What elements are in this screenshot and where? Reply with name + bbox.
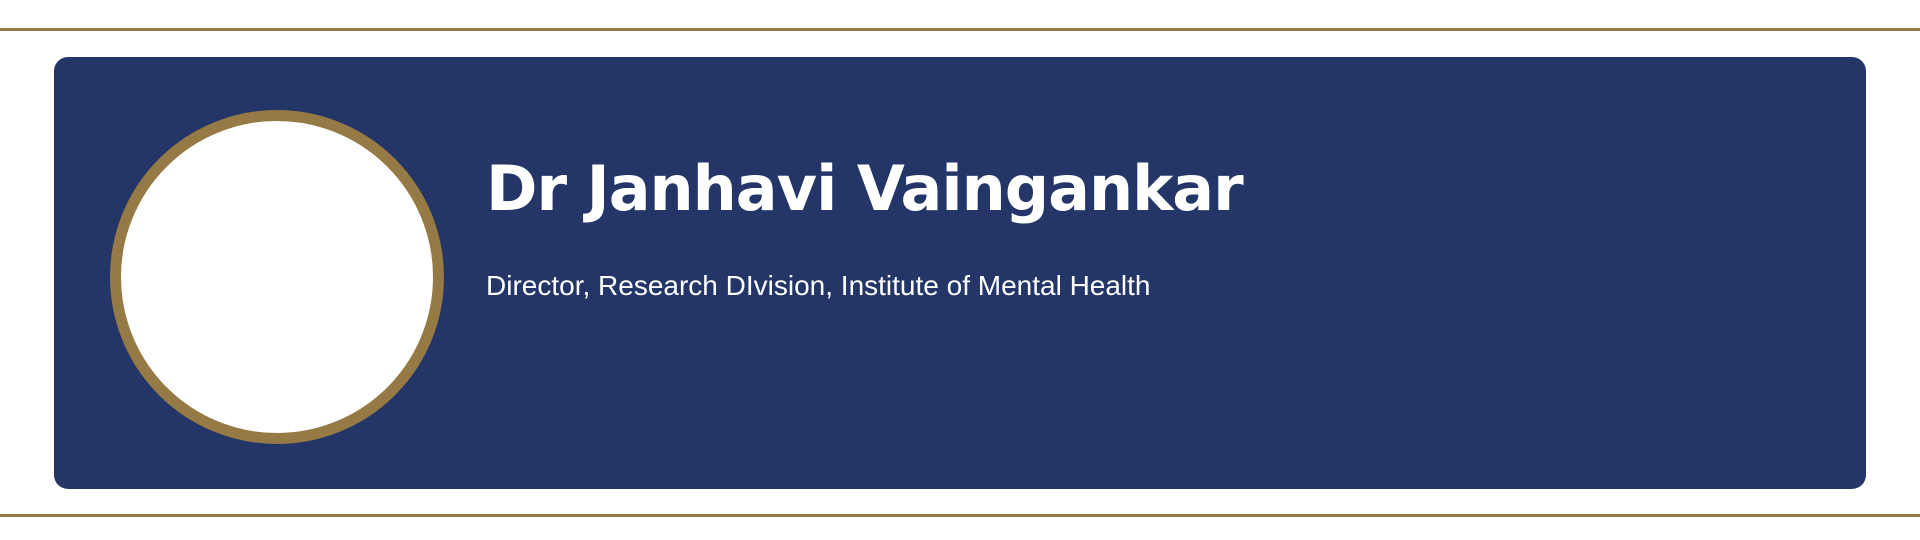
- profile-photo-placeholder: [110, 110, 444, 444]
- top-divider: [0, 28, 1920, 31]
- bottom-divider: [0, 514, 1920, 517]
- profile-title: Director, Research DIvision, Institute o…: [486, 270, 1151, 301]
- profile-name: Dr Janhavi Vaingankar: [486, 152, 1244, 225]
- profile-card: Dr Janhavi Vaingankar Director, Research…: [54, 57, 1866, 489]
- profile-banner-page: Dr Janhavi Vaingankar Director, Research…: [0, 0, 1920, 540]
